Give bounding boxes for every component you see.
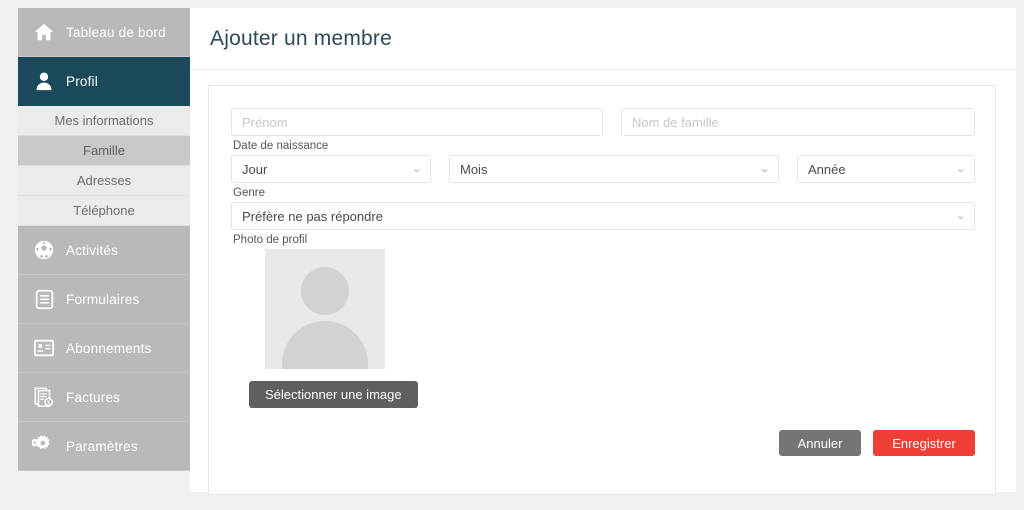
last-name-input[interactable] — [621, 108, 975, 136]
avatar-head-shape — [301, 267, 349, 315]
sidebar-item-formulaires[interactable]: Formulaires — [18, 275, 190, 324]
birthdate-label: Date de naissance — [233, 140, 329, 152]
id-card-icon — [22, 338, 66, 358]
chevron-down-icon: ⌄ — [758, 162, 771, 175]
page-title: Ajouter un membre — [210, 26, 392, 50]
sidebar-item-label: Paramètres — [66, 438, 138, 454]
avatar-body-shape — [282, 321, 368, 369]
sidebar-subitem-label: Adresses — [76, 173, 132, 188]
sidebar-subitem-label: Famille — [83, 143, 125, 158]
save-button[interactable]: Enregistrer — [873, 430, 975, 456]
first-name-input[interactable] — [231, 108, 603, 136]
year-select-value: Année — [808, 161, 846, 177]
sidebar-item-abonnements[interactable]: Abonnements — [18, 324, 190, 373]
sidebar-item-tableau-de-bord[interactable]: Tableau de bord — [18, 8, 190, 57]
sidebar-subitem-famille[interactable]: Famille — [18, 136, 190, 166]
sidebar-item-label: Abonnements — [66, 340, 152, 356]
user-icon — [22, 70, 66, 92]
sidebar-subitem-label: Téléphone — [73, 203, 135, 218]
avatar-placeholder — [265, 249, 385, 369]
sidebar-item-label: Profil — [66, 73, 98, 89]
invoice-dollar-icon: $ — [22, 386, 66, 408]
gender-label: Genre — [233, 187, 265, 199]
day-select[interactable]: Jour ⌄ — [231, 155, 431, 183]
gears-icon — [22, 434, 66, 458]
chevron-down-icon: ⌄ — [410, 162, 423, 175]
chevron-down-icon: ⌄ — [954, 209, 967, 222]
add-member-form-card: Date de naissance Jour ⌄ Mois ⌄ Année ⌄ … — [208, 85, 996, 495]
sidebar-subitem-adresses[interactable]: Adresses — [18, 166, 190, 196]
sidebar-item-label: Formulaires — [66, 291, 140, 307]
form-document-icon — [22, 289, 66, 310]
name-row — [231, 108, 975, 136]
day-select-value: Jour — [242, 161, 268, 177]
sidebar-item-factures[interactable]: $ Factures — [18, 373, 190, 422]
gender-select-value: Préfère ne pas répondre — [242, 208, 383, 224]
home-icon — [22, 21, 66, 43]
soccer-ball-icon — [22, 239, 66, 261]
birthdate-row: Jour ⌄ Mois ⌄ Année ⌄ — [231, 155, 975, 183]
sidebar-item-label: Tableau de bord — [66, 24, 166, 40]
app-root: Tableau de bord Profil Mes informations … — [0, 0, 1024, 510]
sidebar-item-label: Activités — [66, 242, 119, 258]
page-header: Ajouter un membre — [190, 8, 1016, 70]
sidebar-item-profil[interactable]: Profil — [18, 57, 190, 106]
chevron-down-icon: ⌄ — [954, 162, 967, 175]
sidebar-subitem-mes-informations[interactable]: Mes informations — [18, 106, 190, 136]
sidebar-item-activites[interactable]: Activités — [18, 226, 190, 275]
year-select[interactable]: Année ⌄ — [797, 155, 975, 183]
month-select[interactable]: Mois ⌄ — [449, 155, 779, 183]
month-select-value: Mois — [460, 161, 488, 177]
sidebar-item-label: Factures — [66, 389, 121, 405]
main-content: Ajouter un membre Date de naissance Jour… — [190, 8, 1016, 495]
gender-select[interactable]: Préfère ne pas répondre ⌄ — [231, 202, 975, 230]
photo-label: Photo de profil — [233, 234, 308, 246]
svg-text:$: $ — [47, 400, 50, 406]
sidebar-item-parametres[interactable]: Paramètres — [18, 422, 190, 471]
sidebar-subitem-telephone[interactable]: Téléphone — [18, 196, 190, 226]
form-actions: Annuler Enregistrer — [779, 430, 975, 456]
select-image-button[interactable]: Sélectionner une image — [249, 381, 418, 408]
sidebar: Tableau de bord Profil Mes informations … — [0, 0, 190, 510]
cancel-button[interactable]: Annuler — [779, 430, 861, 456]
sidebar-subitem-label: Mes informations — [54, 113, 154, 128]
